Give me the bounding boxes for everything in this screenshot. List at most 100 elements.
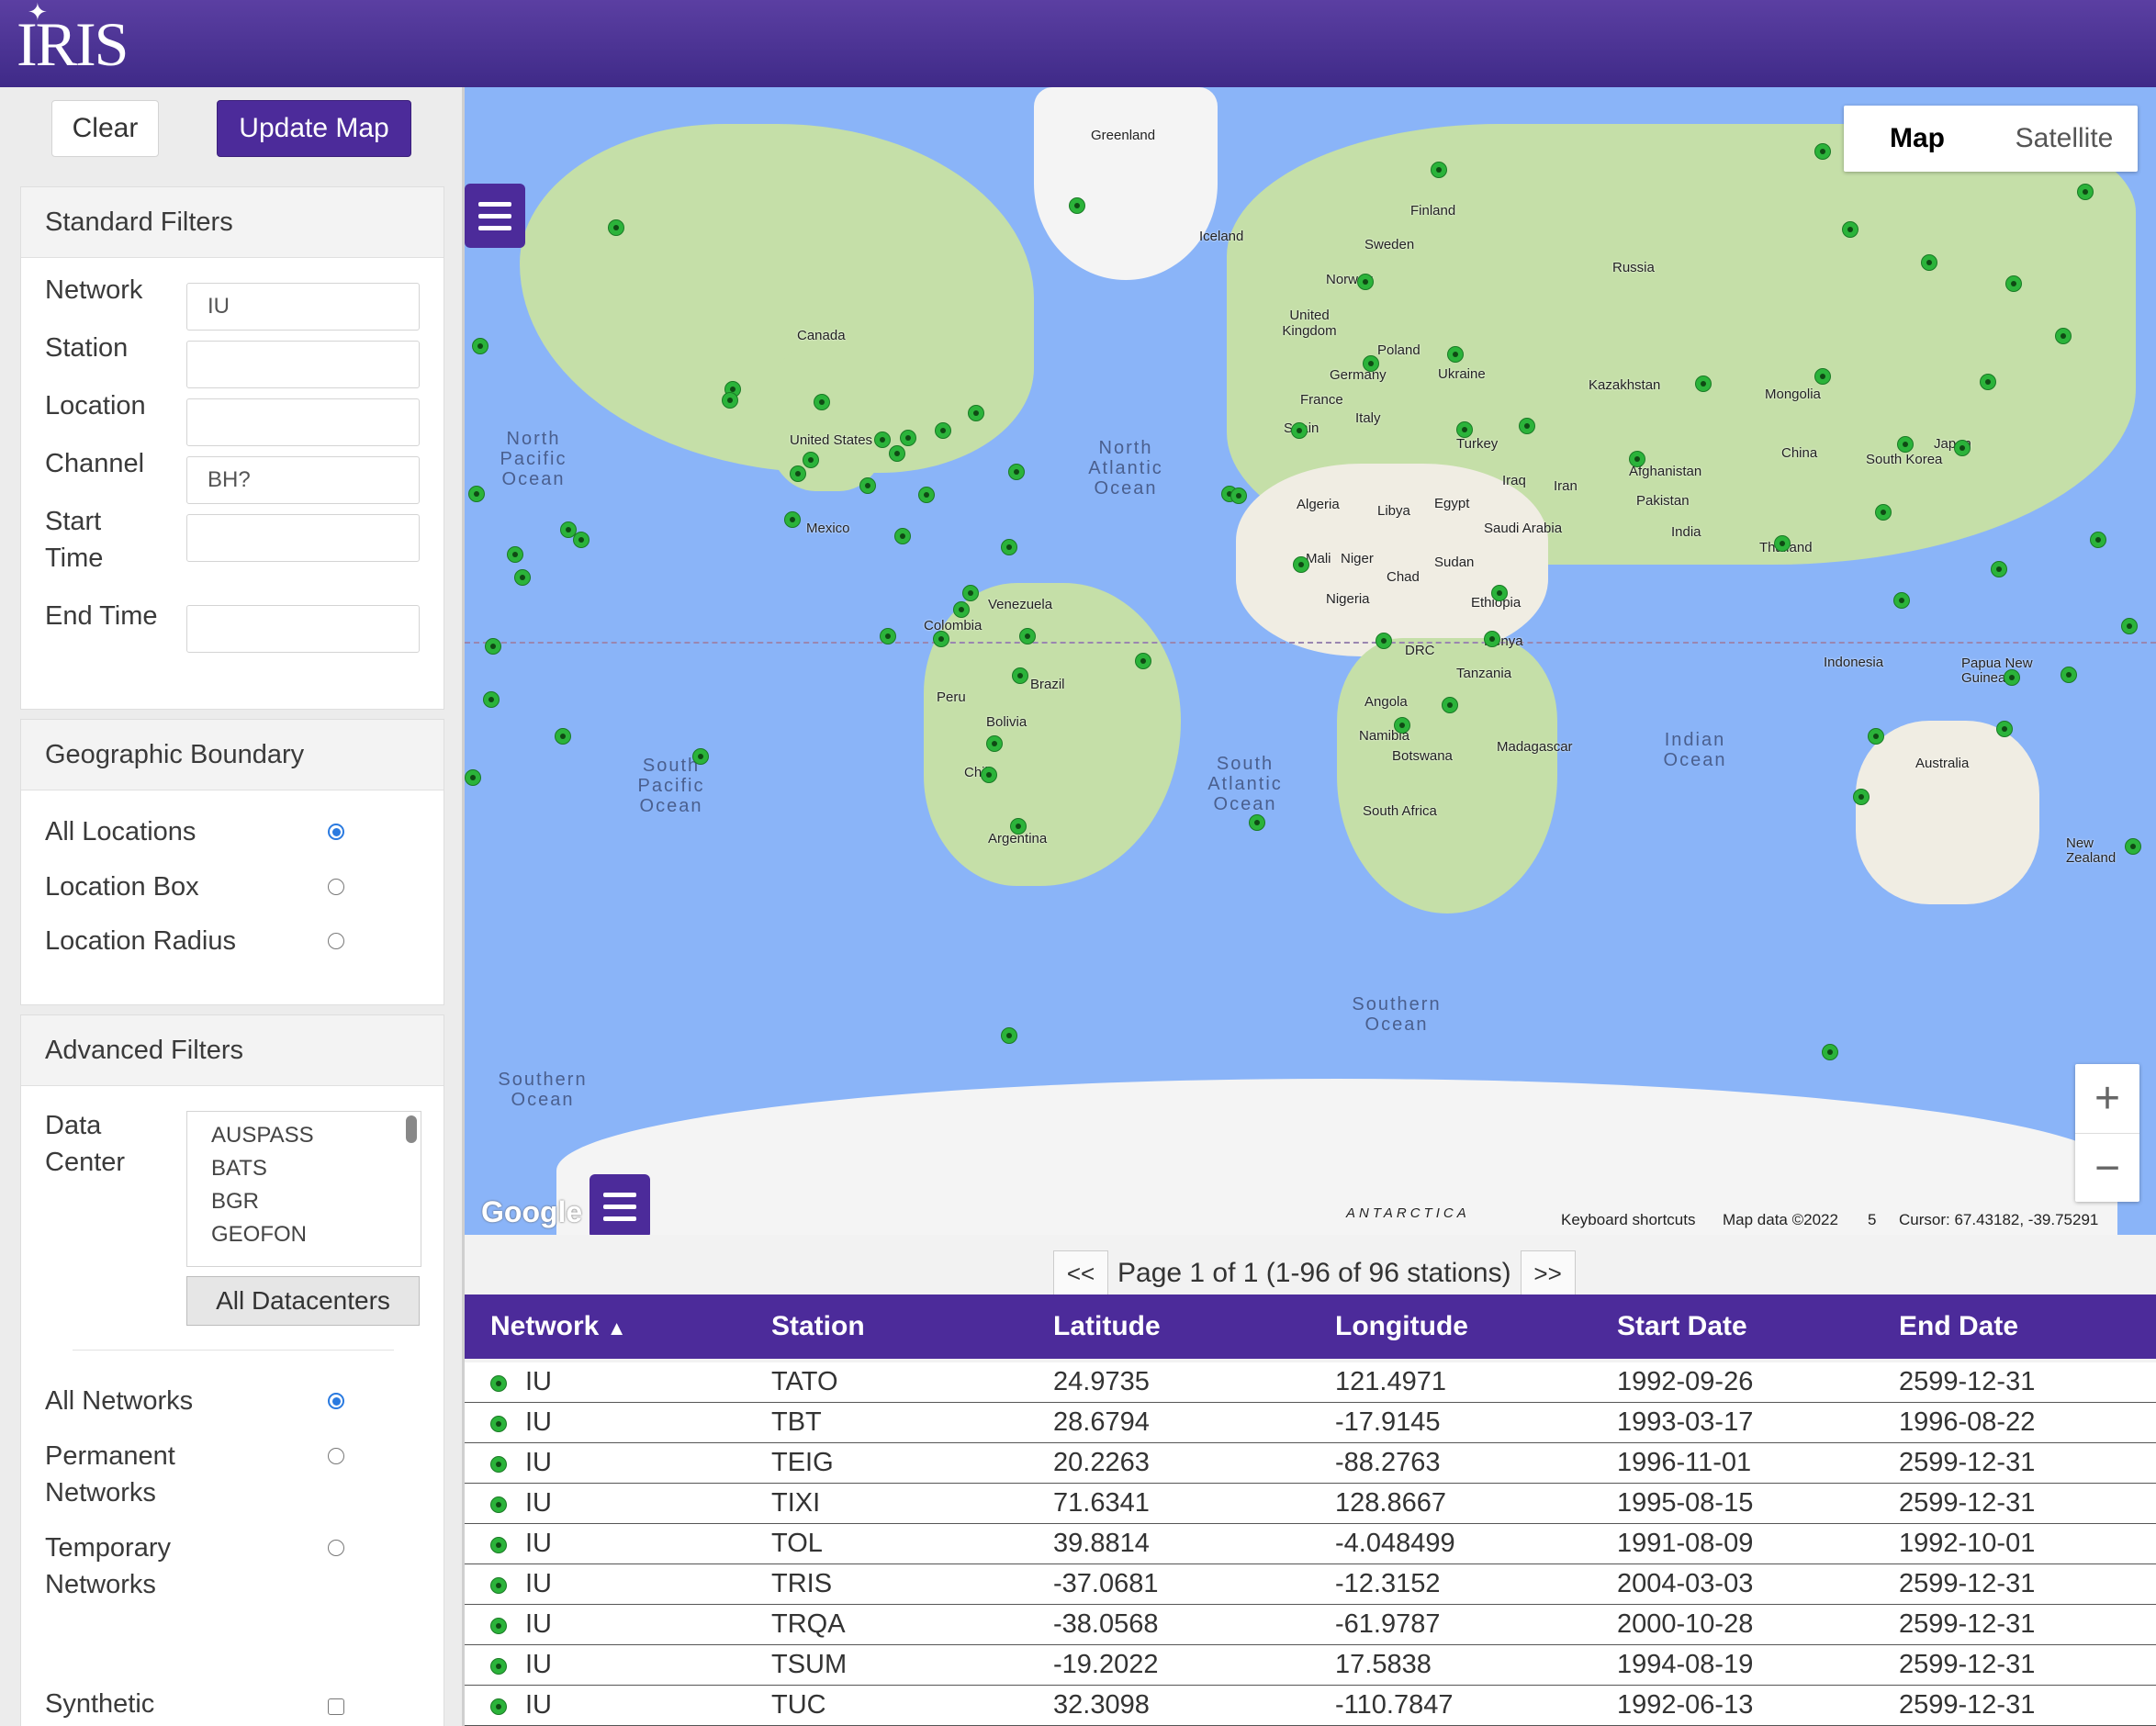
station-pin[interactable] xyxy=(986,735,1003,752)
station-pin[interactable] xyxy=(1394,717,1410,734)
latitude-column-header[interactable]: Latitude xyxy=(1053,1294,1161,1359)
station-pin[interactable] xyxy=(1001,1027,1017,1044)
end-time-input[interactable] xyxy=(186,605,420,653)
station-pin[interactable] xyxy=(1291,422,1308,439)
location-box-radio[interactable] xyxy=(328,879,344,895)
longitude-column-header[interactable]: Longitude xyxy=(1335,1294,1468,1359)
station-pin[interactable] xyxy=(1456,421,1473,438)
station-pin[interactable] xyxy=(1135,653,1151,669)
keyboard-shortcuts-link[interactable]: Keyboard shortcuts xyxy=(1561,1211,1695,1229)
station-pin[interactable] xyxy=(507,546,523,563)
zoom-out-button[interactable]: − xyxy=(2075,1134,2139,1203)
all-datacenters-button[interactable]: All Datacenters xyxy=(186,1276,420,1326)
table-row[interactable]: IU TOL 39.8814 -4.048499 1991-08-09 1992-10-0… xyxy=(465,1524,2156,1564)
station-pin[interactable] xyxy=(1001,539,1017,555)
table-row[interactable]: IU TEIG 20.2263 -88.2763 1996-11-01 2599-12-3… xyxy=(465,1443,2156,1484)
station-pin[interactable] xyxy=(692,748,709,765)
station-map[interactable]: Greenland Iceland Finland Sweden Norway … xyxy=(465,87,2156,1235)
next-page-button[interactable]: >> xyxy=(1520,1250,1576,1296)
datacenter-option[interactable]: AUSPASS xyxy=(187,1119,421,1152)
station-pin[interactable] xyxy=(2090,532,2106,548)
station-pin[interactable] xyxy=(573,532,590,548)
station-pin[interactable] xyxy=(1814,143,1831,160)
station-pin[interactable] xyxy=(935,422,951,439)
station-pin[interactable] xyxy=(1019,628,1036,644)
datacenter-option[interactable]: GEOFON xyxy=(187,1218,421,1251)
location-input[interactable] xyxy=(186,398,420,446)
station-pin[interactable] xyxy=(472,338,488,354)
zoom-in-button[interactable]: + xyxy=(2075,1064,2139,1134)
station-pin[interactable] xyxy=(2077,184,2094,200)
temporary-networks-radio[interactable] xyxy=(328,1540,344,1556)
station-pin[interactable] xyxy=(1376,633,1392,649)
all-networks-radio[interactable] xyxy=(328,1393,344,1409)
table-row[interactable]: IU TIXI 71.6341 128.8667 1995-08-15 2599-12-3… xyxy=(465,1484,2156,1524)
start-date-column-header[interactable]: Start Date xyxy=(1617,1294,1747,1359)
station-pin[interactable] xyxy=(1447,346,1464,363)
station-pin[interactable] xyxy=(1868,728,1884,745)
station-pin[interactable] xyxy=(968,405,984,421)
station-input[interactable] xyxy=(186,341,420,388)
end-date-column-header[interactable]: End Date xyxy=(1899,1294,2018,1359)
data-center-list[interactable]: AUSPASS BATS BGR GEOFON xyxy=(186,1111,421,1267)
station-pin[interactable] xyxy=(1519,418,1535,434)
station-pin[interactable] xyxy=(1012,667,1028,684)
station-pin[interactable] xyxy=(1069,197,1085,214)
station-pin[interactable] xyxy=(1897,436,1914,453)
station-pin[interactable] xyxy=(1954,440,1971,456)
station-pin[interactable] xyxy=(483,691,500,708)
station-pin[interactable] xyxy=(933,631,949,647)
prev-page-button[interactable]: << xyxy=(1053,1250,1108,1296)
station-pin[interactable] xyxy=(1363,355,1379,372)
menu-icon[interactable] xyxy=(465,184,525,248)
channel-input[interactable]: BH? xyxy=(186,456,420,504)
map-type-map-button[interactable]: Map xyxy=(1844,106,1991,172)
station-pin[interactable] xyxy=(1814,368,1831,385)
start-time-input[interactable] xyxy=(186,514,420,562)
station-pin[interactable] xyxy=(859,477,876,494)
station-pin[interactable] xyxy=(2125,838,2141,855)
station-pin[interactable] xyxy=(468,486,485,502)
station-pin[interactable] xyxy=(894,528,911,544)
station-pin[interactable] xyxy=(1357,274,1374,290)
table-row[interactable]: IU TUC 32.3098 -110.7847 1992-06-13 2599-12-3… xyxy=(465,1686,2156,1726)
station-pin[interactable] xyxy=(1853,789,1870,805)
network-column-header[interactable]: Network ▲ xyxy=(490,1294,626,1361)
station-pin[interactable] xyxy=(1842,221,1858,238)
station-pin[interactable] xyxy=(608,219,624,236)
station-pin[interactable] xyxy=(1010,818,1027,835)
station-pin[interactable] xyxy=(1293,556,1309,573)
table-row[interactable]: IU TRQA -38.0568 -61.9787 2000-10-28 2599-12-… xyxy=(465,1605,2156,1645)
station-pin[interactable] xyxy=(2004,669,2020,686)
synthetic-checkbox[interactable] xyxy=(328,1698,344,1715)
station-pin[interactable] xyxy=(555,728,571,745)
station-pin[interactable] xyxy=(1484,631,1500,647)
station-pin[interactable] xyxy=(1921,254,1937,271)
station-pin[interactable] xyxy=(790,465,806,482)
station-pin[interactable] xyxy=(722,392,738,409)
station-pin[interactable] xyxy=(1991,561,2007,577)
location-radius-radio[interactable] xyxy=(328,933,344,949)
station-pin[interactable] xyxy=(514,569,531,586)
clear-button[interactable]: Clear xyxy=(51,100,159,157)
station-pin[interactable] xyxy=(2061,667,2077,683)
station-pin[interactable] xyxy=(1442,697,1458,713)
station-pin[interactable] xyxy=(784,511,801,528)
station-pin[interactable] xyxy=(880,628,896,644)
station-pin[interactable] xyxy=(485,638,501,655)
station-pin[interactable] xyxy=(918,487,935,503)
station-pin[interactable] xyxy=(874,432,891,448)
permanent-networks-radio[interactable] xyxy=(328,1448,344,1464)
station-pin[interactable] xyxy=(1008,464,1025,480)
station-pin[interactable] xyxy=(1875,504,1892,521)
table-row[interactable]: IU TATO 24.9735 121.4971 1992-09-26 2599-12-3… xyxy=(465,1362,2156,1403)
station-pin[interactable] xyxy=(1230,488,1247,504)
table-row[interactable]: IU TBT 28.6794 -17.9145 1993-03-17 1996-08-22 xyxy=(465,1403,2156,1443)
station-pin[interactable] xyxy=(889,445,905,462)
geographic-boundary-title[interactable]: Geographic Boundary xyxy=(21,720,444,790)
update-map-button[interactable]: Update Map xyxy=(217,100,411,157)
station-pin[interactable] xyxy=(1695,375,1712,392)
advanced-filters-title[interactable]: Advanced Filters xyxy=(21,1015,444,1086)
station-pin[interactable] xyxy=(1249,814,1265,831)
list-scrollbar[interactable] xyxy=(406,1115,417,1143)
